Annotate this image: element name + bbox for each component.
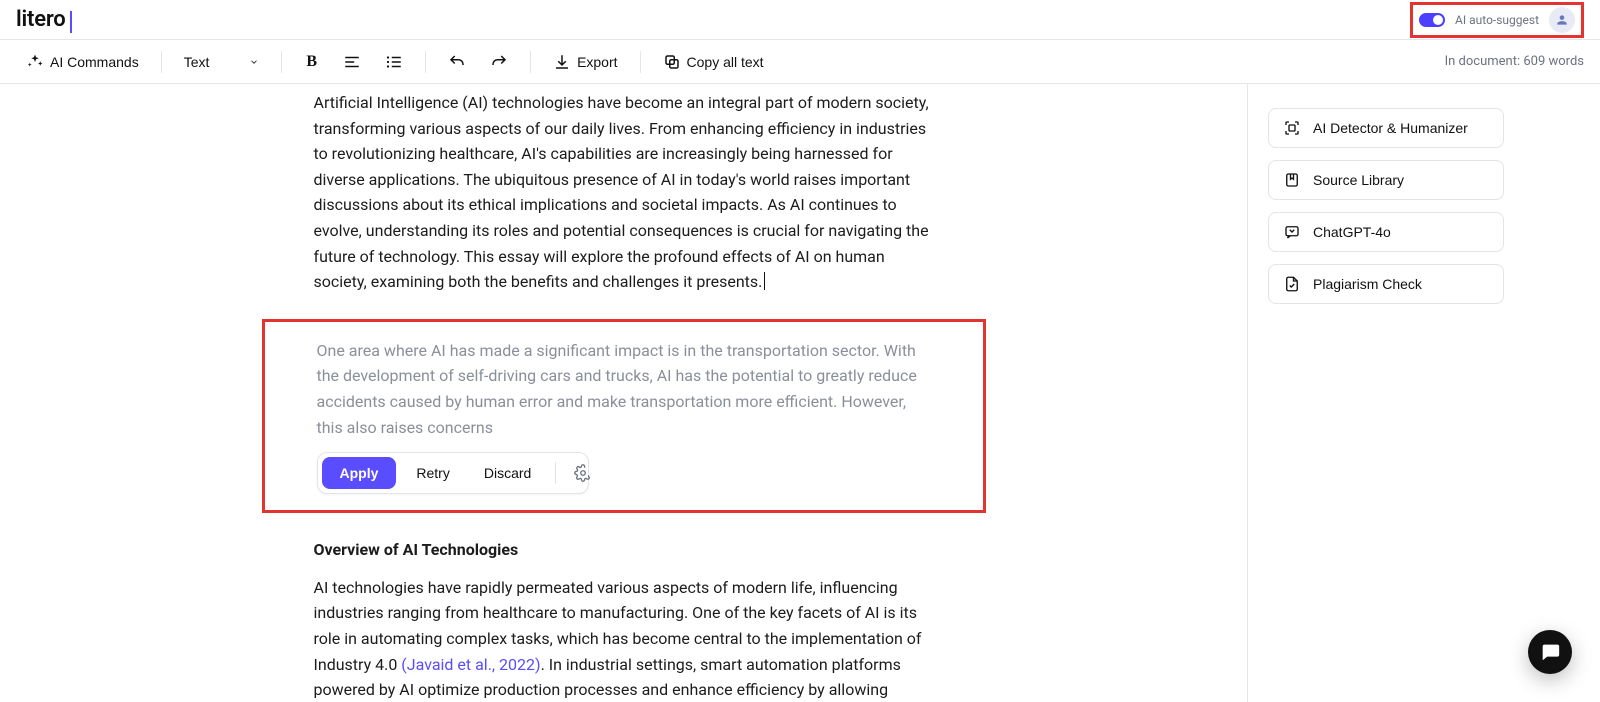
undo-button[interactable] [438,47,476,77]
toolbar-sep [555,462,556,484]
export-label: Export [577,54,617,70]
list-button[interactable] [375,47,413,77]
toolbar-sep [530,51,531,73]
ai-suggestion-text: One area where AI has made a significant… [317,338,931,440]
section-heading[interactable]: Overview of AI Technologies [314,537,934,563]
chevron-down-icon [249,57,259,67]
ai-autosuggest-label: AI auto-suggest [1455,13,1539,27]
chat-expand-icon [1283,223,1301,241]
sidebar-item-label: Source Library [1313,172,1404,188]
word-count: In document: 609 words [1445,54,1584,69]
body-paragraph[interactable]: AI technologies have rapidly permeated v… [314,575,934,702]
word-count-prefix: In document: [1445,54,1524,69]
sidebar-item-ai-detector[interactable]: AI Detector & Humanizer [1268,108,1504,148]
sparkle-icon [26,53,44,71]
text-style-value: Text [184,54,210,70]
toolbar-sep [425,51,426,73]
ai-autosuggest-toggle[interactable] [1419,13,1445,27]
gear-icon [574,464,592,482]
citation-link[interactable]: (Javaid et al., 2022) [401,655,540,674]
word-count-value: 609 [1523,54,1545,69]
text-style-dropdown[interactable]: Text [174,48,270,76]
bullet-list-icon [385,53,403,71]
ai-autosuggest-group: AI auto-suggest [1410,2,1584,38]
sidebar-item-source-library[interactable]: Source Library [1268,160,1504,200]
align-button[interactable] [333,47,371,77]
align-left-icon [343,53,361,71]
bold-icon: B [306,53,317,71]
editor-toolbar: AI Commands Text B Export [0,40,1600,84]
right-sidebar: AI Detector & Humanizer Source Library C… [1248,84,1600,702]
toolbar-sep [281,51,282,73]
logo-cursor [70,11,72,33]
intro-text: Artificial Intelligence (AI) technologie… [314,93,929,291]
help-chat-button[interactable] [1528,630,1572,674]
ai-commands-button[interactable]: AI Commands [16,47,149,77]
suggestion-settings-button[interactable] [566,464,584,482]
toolbar-sep [161,51,162,73]
bookmark-icon [1283,171,1301,189]
ai-suggestion-panel: One area where AI has made a significant… [262,319,986,513]
app-logo: litero [16,7,72,32]
copy-icon [663,53,681,71]
sidebar-item-label: ChatGPT-4o [1313,224,1391,240]
discard-button[interactable]: Discard [470,457,545,489]
download-icon [553,53,571,71]
redo-button[interactable] [480,47,518,77]
undo-icon [448,53,466,71]
sidebar-item-label: Plagiarism Check [1313,276,1422,292]
document-check-icon [1283,275,1301,293]
toolbar-sep [640,51,641,73]
retry-button[interactable]: Retry [402,457,463,489]
chat-bubble-icon [1539,641,1561,663]
export-button[interactable]: Export [543,47,627,77]
copy-all-button[interactable]: Copy all text [653,47,774,77]
app-header: litero AI auto-suggest [0,0,1600,40]
sidebar-item-chatgpt[interactable]: ChatGPT-4o [1268,212,1504,252]
ai-suggestion-toolbar: Apply Retry Discard [317,452,590,494]
sidebar-item-label: AI Detector & Humanizer [1313,120,1468,136]
person-icon [1555,13,1569,27]
user-avatar[interactable] [1549,7,1575,33]
sidebar-item-plagiarism[interactable]: Plagiarism Check [1268,264,1504,304]
apply-button[interactable]: Apply [322,457,397,489]
text-caret [764,272,765,290]
bold-button[interactable]: B [294,47,329,77]
scan-icon [1283,119,1301,137]
ai-commands-label: AI Commands [50,54,139,70]
intro-paragraph[interactable]: Artificial Intelligence (AI) technologie… [314,90,934,295]
editor-main[interactable]: Artificial Intelligence (AI) technologie… [0,84,1248,702]
word-count-suffix: words [1545,54,1584,69]
app-name: litero [16,7,66,32]
copy-all-label: Copy all text [687,54,764,70]
redo-icon [490,53,508,71]
